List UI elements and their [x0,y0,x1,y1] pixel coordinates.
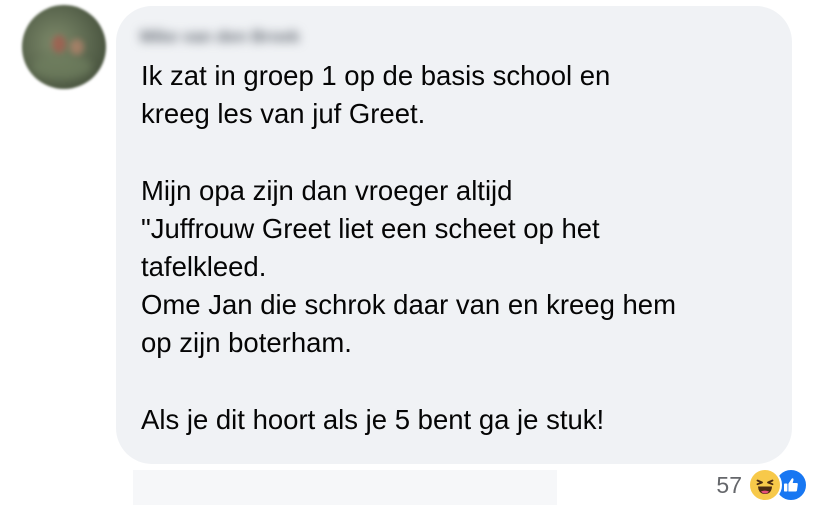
comment-line: Als je dit hoort als je 5 bent ga je stu… [141,403,605,435]
haha-face-icon [752,472,778,498]
avatar[interactable] [22,5,106,89]
comment-line: kreeg les van juf Greet. [141,98,426,130]
comment-line: op zijn boterham. [141,327,352,359]
comment-line: tafelkleed. [141,250,267,282]
comment-container: Mike van den Broek Ik zat in groep 1 op … [0,0,828,505]
avatar-blur-detail [70,39,84,55]
comment-blank-line [141,133,781,171]
reaction-count[interactable]: 57 [716,466,742,504]
comment-author-name[interactable]: Mike van den Broek [140,26,300,48]
avatar-blur-detail [52,35,66,53]
thumbs-up-icon [784,478,798,492]
comment-line: "Juffrouw Greet liet een scheet op het [141,212,600,244]
comment-footer-area [133,470,557,505]
reactions-summary[interactable]: 57 [716,466,808,504]
comment-line: Mijn opa zijn dan vroeger altijd [141,174,513,206]
comment-line: Ik zat in groep 1 op de basis school en [141,60,611,91]
haha-icon [748,468,782,502]
avatar-blur-background [32,55,92,79]
comment-body: Ik zat in groep 1 op de basis school en … [141,57,781,439]
comment-blank-line [141,363,781,401]
comment-line: Ome Jan die schrok daar van en kreeg hem [141,289,677,321]
